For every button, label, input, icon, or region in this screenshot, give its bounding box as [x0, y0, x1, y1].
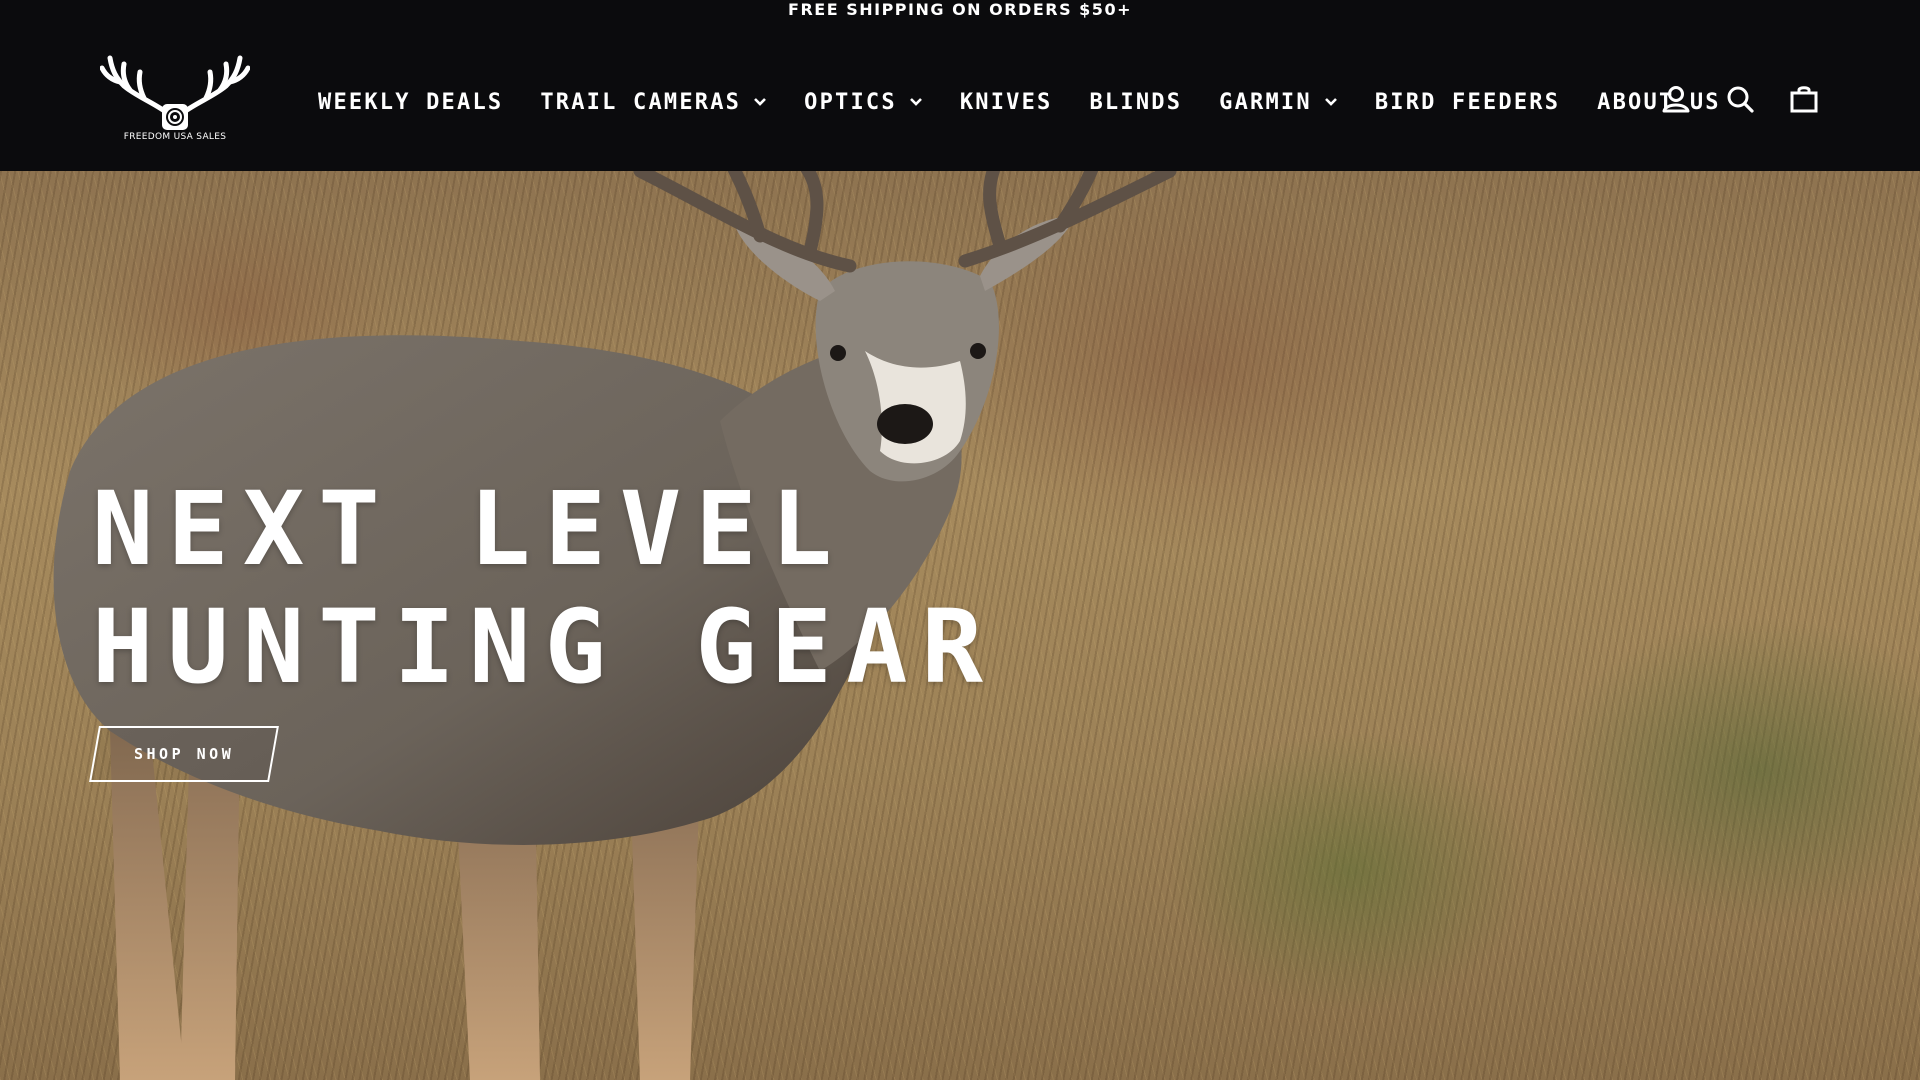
account-button[interactable] — [1659, 82, 1693, 116]
cart-icon — [1790, 86, 1818, 113]
nav-bird-feeders[interactable]: BIRD FEEDERS — [1375, 90, 1560, 115]
hero-title-line-1: NEXT LEVEL — [92, 470, 847, 589]
hero-title: NEXT LEVEL HUNTING GEAR — [92, 471, 997, 707]
nav-trail-cameras[interactable]: TRAIL CAMERAS — [540, 90, 767, 115]
nav-garmin[interactable]: GARMIN — [1219, 90, 1338, 115]
nav-label: KNIVES — [959, 89, 1053, 115]
hero-title-line-2: HUNTING GEAR — [92, 588, 997, 707]
announcement-bar: FREE SHIPPING ON ORDERS $50+ — [0, 0, 1920, 24]
nav-optics[interactable]: OPTICS — [804, 90, 923, 115]
search-button[interactable] — [1723, 82, 1757, 116]
brand-name: FREEDOM USA SALES — [123, 132, 227, 142]
chevron-down-icon — [1324, 98, 1337, 106]
nav-label: BLINDS — [1089, 89, 1183, 115]
nav-label: OPTICS — [804, 89, 897, 115]
shop-now-label: SHOP NOW — [133, 745, 235, 763]
search-icon — [1727, 86, 1754, 113]
nav-knives[interactable]: KNIVES — [960, 90, 1053, 115]
site-header: FREE SHIPPING ON ORDERS $50+ FREEDOM USA… — [0, 0, 1920, 171]
hero-banner: NEXT LEVEL HUNTING GEAR SHOP NOW — [0, 171, 1920, 1080]
chevron-down-icon — [754, 98, 767, 106]
main-nav: WEEKLY DEALS TRAIL CAMERAS OPTICS KNIVES… — [318, 84, 1721, 120]
nav-label: TRAIL CAMERAS — [540, 89, 742, 115]
nav-label: WEEKLY DEALS — [318, 89, 504, 115]
nav-label: BIRD FEEDERS — [1374, 89, 1561, 115]
nav-label: GARMIN — [1219, 89, 1312, 115]
chevron-down-icon — [909, 98, 922, 106]
user-icon — [1662, 86, 1690, 113]
nav-weekly-deals[interactable]: WEEKLY DEALS — [318, 90, 503, 115]
nav-blinds[interactable]: BLINDS — [1089, 90, 1182, 115]
antlers-target-icon — [100, 55, 250, 130]
shop-now-button[interactable]: SHOP NOW — [89, 726, 279, 782]
cart-button[interactable] — [1787, 82, 1821, 116]
brand-logo[interactable]: FREEDOM USA SALES — [100, 50, 250, 150]
header-icons — [1629, 82, 1821, 116]
